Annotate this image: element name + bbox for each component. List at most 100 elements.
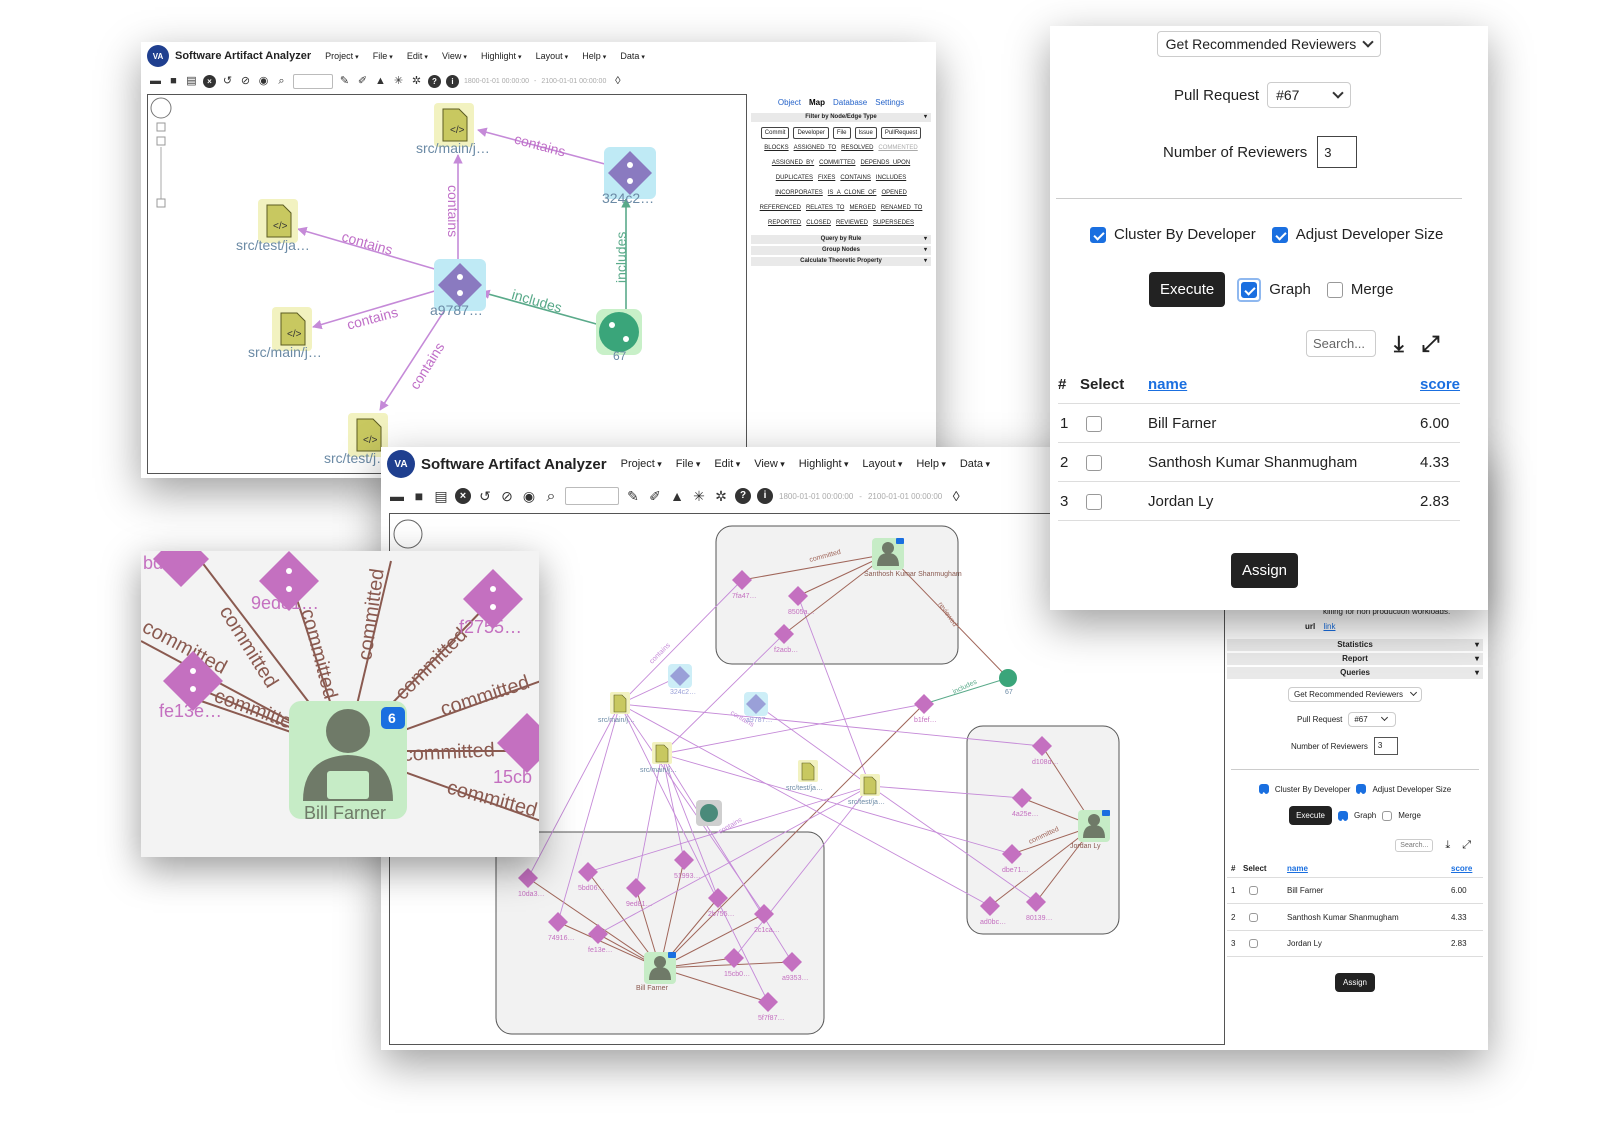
filter-pullrequest-button[interactable]: PullRequest: [880, 127, 922, 139]
queries-section[interactable]: Queries: [1227, 667, 1483, 679]
file-node[interactable]: src/main/j…: [640, 742, 677, 774]
edge-type-link[interactable]: CLOSED: [806, 220, 831, 226]
menu-view[interactable]: View: [754, 458, 785, 470]
menu-highlight[interactable]: Highlight: [481, 51, 522, 61]
edge-type-link[interactable]: DUPLICATES: [776, 175, 813, 181]
menu-highlight[interactable]: Highlight: [799, 458, 849, 470]
clear-icon[interactable]: ×: [455, 488, 471, 504]
graph-checkbox[interactable]: [1337, 810, 1348, 821]
commit-node[interactable]: f2755…: [459, 569, 523, 637]
execute-button[interactable]: Execute: [1149, 272, 1226, 307]
assign-button[interactable]: Assign: [1334, 973, 1375, 993]
help-icon[interactable]: ?: [735, 488, 751, 504]
cluster-checkbox[interactable]: [1258, 784, 1269, 794]
edge-type-link[interactable]: OPENED: [881, 190, 906, 196]
adjust-size-checkbox[interactable]: [1356, 784, 1367, 794]
url-link[interactable]: link: [1323, 622, 1335, 631]
edge-type-link[interactable]: INCORPORATES: [775, 190, 823, 196]
filter-commit-button[interactable]: Commit: [760, 127, 790, 139]
row-checkbox[interactable]: [1086, 493, 1102, 510]
merge-checkbox[interactable]: [1326, 281, 1343, 298]
folder-icon[interactable]: ▬: [389, 489, 405, 503]
file-node[interactable]: src/test/ja…: [786, 760, 823, 792]
zoom-control[interactable]: [150, 97, 172, 208]
edge-type-link[interactable]: RENAMED_TO: [881, 205, 923, 211]
pull-request-node[interactable]: [696, 800, 722, 826]
edge-type-link[interactable]: MERGED: [849, 205, 875, 211]
commit-node[interactable]: a9787…: [430, 259, 486, 318]
query-select[interactable]: Get Recommended Reviewers: [1288, 687, 1422, 702]
file-node[interactable]: src/test/ja…: [848, 774, 885, 806]
menu-edit[interactable]: Edit: [407, 51, 428, 61]
menu-data[interactable]: Data: [960, 458, 990, 470]
search-icon[interactable]: ⌕: [275, 75, 288, 88]
row-checkbox[interactable]: [1249, 912, 1258, 922]
assign-button[interactable]: Assign: [1231, 553, 1299, 588]
show-icon[interactable]: ◉: [521, 489, 537, 503]
pull-request-select[interactable]: #67: [1348, 712, 1397, 727]
unhighlight-icon[interactable]: ✐: [647, 489, 663, 503]
edge-type-link[interactable]: IS_A_CLONE_OF: [828, 190, 877, 196]
info-icon[interactable]: i: [446, 74, 459, 88]
info-icon[interactable]: i: [757, 488, 773, 504]
search-input[interactable]: [293, 73, 333, 89]
filter-file-button[interactable]: File: [832, 127, 851, 139]
tab-map[interactable]: Map: [809, 98, 825, 107]
layout-icon[interactable]: ✳: [392, 75, 405, 88]
fullscreen-icon[interactable]: ⤢: [1462, 839, 1471, 852]
export-png-icon[interactable]: ▤: [433, 489, 449, 503]
edge-type-link[interactable]: DEPENDS_UPON: [861, 160, 911, 166]
fullscreen-icon[interactable]: ⤢: [1422, 331, 1440, 357]
edge-type-link[interactable]: BLOCKS: [764, 145, 788, 151]
menu-file[interactable]: File: [676, 458, 701, 470]
theoretic-property-section[interactable]: Calculate Theoretic Property: [751, 257, 931, 266]
edge-contains[interactable]: [619, 702, 1043, 747]
filter-section-header[interactable]: Filter by Node/Edge Type: [751, 113, 931, 122]
report-section[interactable]: Report: [1227, 653, 1483, 665]
edge-type-link[interactable]: REPORTED: [768, 220, 801, 226]
tab-database[interactable]: Database: [833, 98, 867, 107]
highlight-icon[interactable]: ✎: [625, 489, 641, 503]
warning-icon[interactable]: ▲: [374, 75, 387, 88]
download-icon[interactable]: ⤓: [1394, 331, 1404, 357]
edge-type-link[interactable]: FIXES: [818, 175, 835, 181]
edge-type-link[interactable]: ASSIGNED_TO: [794, 145, 837, 151]
commit-node[interactable]: b1fef…: [914, 694, 937, 724]
row-checkbox[interactable]: [1086, 415, 1102, 432]
edge-type-link[interactable]: CONTAINS: [840, 175, 871, 181]
num-reviewers-input[interactable]: 3: [1373, 737, 1398, 755]
save-icon[interactable]: ■: [411, 489, 427, 503]
search-input[interactable]: [565, 487, 619, 505]
history-icon[interactable]: ↺: [477, 489, 493, 503]
col-score[interactable]: score: [1451, 864, 1479, 873]
search-input[interactable]: Search...: [1395, 839, 1434, 852]
menu-edit[interactable]: Edit: [714, 458, 740, 470]
menu-file[interactable]: File: [373, 51, 393, 61]
unhighlight-icon[interactable]: ✐: [356, 75, 369, 88]
date-to[interactable]: 2100-01-01 00:00:00: [541, 78, 606, 85]
graph-canvas[interactable]: contains contains contains contains cont…: [147, 94, 747, 474]
edge-type-link[interactable]: COMMENTED: [878, 145, 917, 151]
pull-request-select[interactable]: #67: [1267, 82, 1352, 108]
col-name[interactable]: name: [1148, 376, 1420, 393]
clear-icon[interactable]: ×: [203, 74, 216, 88]
row-checkbox[interactable]: [1249, 939, 1258, 949]
col-name[interactable]: name: [1287, 864, 1451, 873]
search-icon[interactable]: ⌕: [543, 488, 559, 504]
commit-node[interactable]: 324c2…: [668, 664, 696, 696]
query-by-rule-section[interactable]: Query by Rule: [751, 235, 931, 244]
commit-node[interactable]: 324c2…: [602, 147, 656, 206]
query-select[interactable]: Get Recommended Reviewers: [1156, 31, 1382, 57]
pull-request-node[interactable]: 67: [999, 669, 1017, 696]
layout-alt-icon[interactable]: ✲: [410, 75, 423, 88]
edge-type-link[interactable]: COMMITTED: [819, 160, 855, 166]
warning-icon[interactable]: ▲: [669, 489, 685, 503]
edge-contains[interactable]: [661, 703, 925, 756]
filter-developer-button[interactable]: Developer: [793, 127, 829, 139]
highlight-icon[interactable]: ✎: [338, 75, 351, 88]
layout-alt-icon[interactable]: ✲: [713, 489, 729, 503]
graph-checkbox[interactable]: [1241, 281, 1258, 298]
menu-project[interactable]: Project: [621, 458, 662, 470]
date-from[interactable]: 1800-01-01 00:00:00: [779, 492, 853, 501]
col-score[interactable]: score: [1420, 376, 1460, 393]
